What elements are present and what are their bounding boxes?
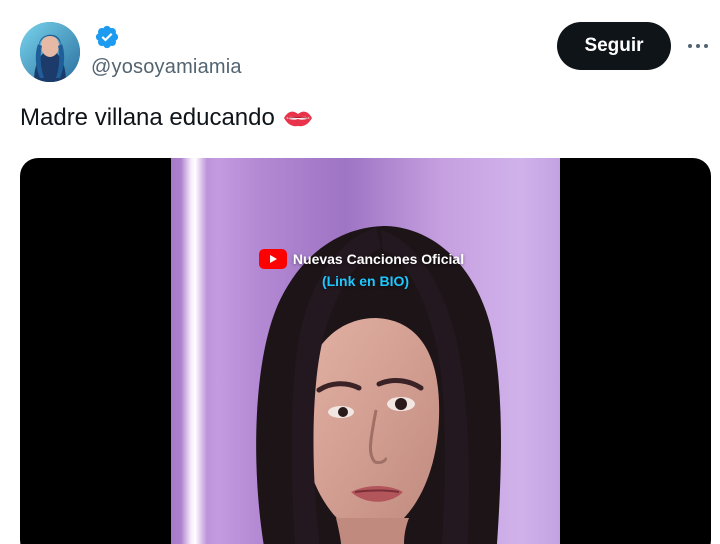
overlay-subtitle: (Link en BIO)	[321, 273, 410, 289]
follow-button[interactable]: Seguir	[557, 22, 671, 70]
verified-badge-icon	[95, 25, 119, 49]
tweet-text: Madre villana educando	[20, 104, 313, 132]
video-player[interactable]: Nuevas Canciones Oficial (Link en BIO)	[20, 158, 711, 544]
youtube-icon	[258, 249, 287, 269]
tweet: @yosoyamiamia Seguir Madre villana educa…	[0, 0, 720, 544]
video-frame[interactable]: Nuevas Canciones Oficial (Link en BIO)	[171, 158, 560, 544]
video-overlay: Nuevas Canciones Oficial (Link en BIO)	[171, 249, 560, 289]
avatar[interactable]	[20, 22, 80, 82]
overlay-title: Nuevas Canciones Oficial	[292, 251, 465, 267]
tweet-text-content: Madre villana educando	[20, 104, 275, 131]
user-handle[interactable]: @yosoyamiamia	[91, 56, 242, 79]
lips-icon	[283, 111, 312, 127]
more-options-icon[interactable]	[682, 34, 714, 58]
